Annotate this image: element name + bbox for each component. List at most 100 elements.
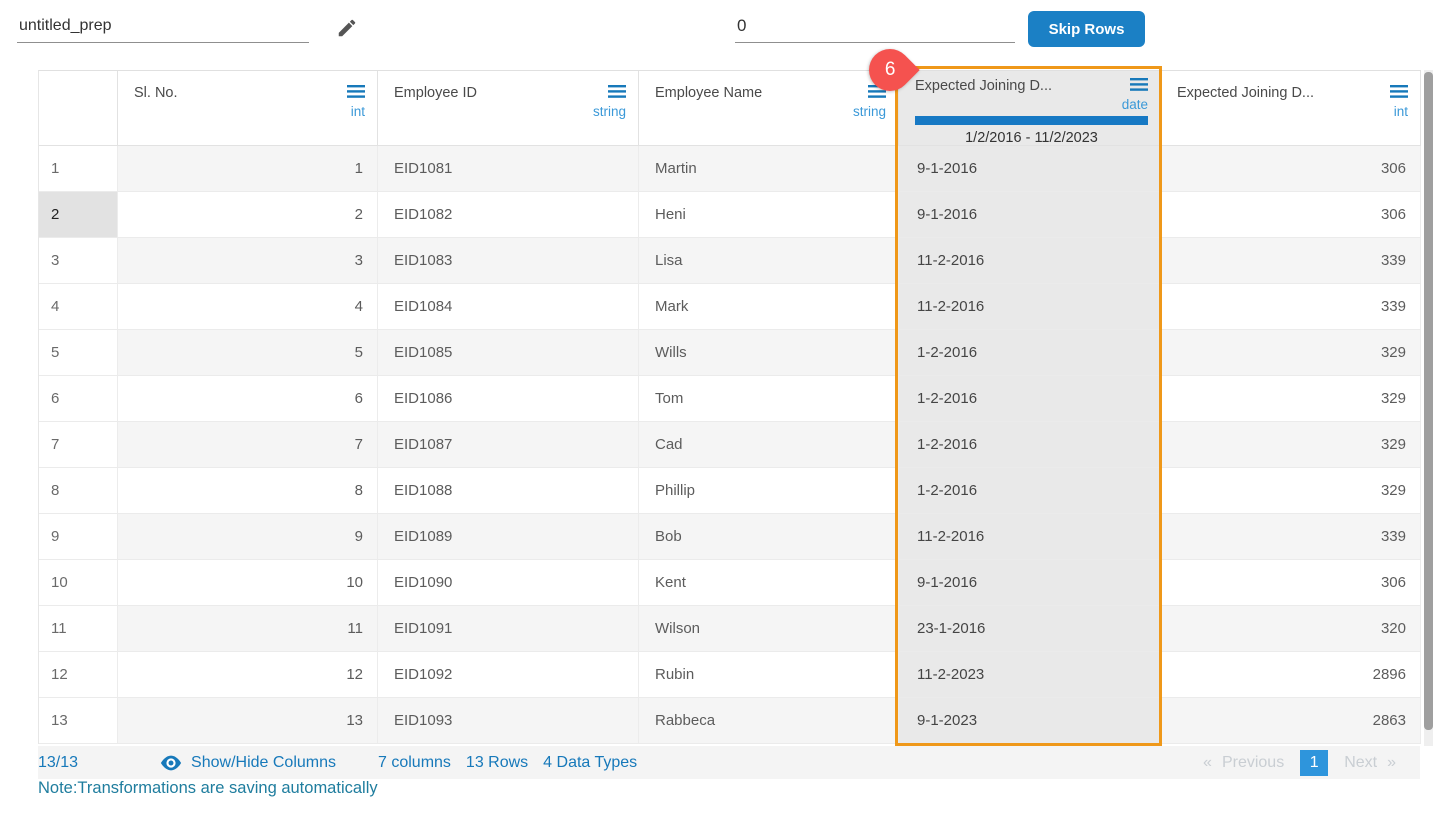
cell-expected-joining-days: 320 [1161, 606, 1421, 652]
row-count-indicator: 13/13 [38, 753, 79, 771]
cell-employee-name: Bob [639, 514, 899, 560]
cell-expected-joining-days: 329 [1161, 422, 1421, 468]
table-header-row: Sl. No. int Employee ID string Employee … [39, 71, 1421, 146]
show-hide-columns-label: Show/Hide Columns [191, 753, 336, 771]
row-number-cell[interactable]: 10 [39, 560, 118, 606]
cell-sl-no: 5 [118, 330, 378, 376]
table-row: 4 4 EID1084 Mark 11-2-2016 339 [39, 284, 1421, 330]
cell-employee-name: Wills [639, 330, 899, 376]
current-page-button[interactable]: 1 [1300, 749, 1329, 776]
table-stats: 7 columns 13 Rows 4 Data Types [378, 754, 637, 772]
column-type: string [592, 104, 626, 119]
column-type: int [350, 104, 365, 119]
rows-count: 13 Rows [465, 753, 529, 771]
cell-expected-joining-days: 329 [1161, 468, 1421, 514]
cell-employee-name: Rubin [639, 652, 899, 698]
menu-icon[interactable] [608, 85, 626, 98]
cell-expected-joining-days: 306 [1161, 560, 1421, 606]
table-row: 10 10 EID1090 Kent 9-1-2016 306 [39, 560, 1421, 606]
cell-employee-id: EID1085 [378, 330, 639, 376]
cell-employee-name: Lisa [639, 238, 899, 284]
menu-icon[interactable] [1390, 85, 1408, 98]
table-row: 7 7 EID1087 Cad 1-2-2016 329 [39, 422, 1421, 468]
cell-sl-no: 12 [118, 652, 378, 698]
cell-sl-no: 13 [118, 698, 378, 744]
cell-employee-id: EID1081 [378, 146, 639, 192]
cell-employee-id: EID1083 [378, 238, 639, 284]
row-number-cell[interactable]: 1 [39, 146, 118, 192]
cell-expected-joining-date: 1-2-2016 [899, 376, 1161, 422]
pencil-icon[interactable] [336, 17, 358, 39]
cell-expected-joining-date: 9-1-2016 [899, 192, 1161, 238]
column-label: Expected Joining D... [915, 78, 1053, 94]
table-row: 6 6 EID1086 Tom 1-2-2016 329 [39, 376, 1421, 422]
prep-name-input[interactable] [17, 10, 309, 43]
cell-expected-joining-days: 306 [1161, 192, 1421, 238]
header-expected-joining-days: Expected Joining D... int [1161, 71, 1421, 146]
autosave-note: Note:Transformations are saving automati… [38, 779, 378, 797]
annotation-badge-label: 6 [884, 58, 896, 80]
cell-employee-name: Phillip [639, 468, 899, 514]
cell-expected-joining-date: 1-2-2016 [899, 468, 1161, 514]
cell-sl-no: 1 [118, 146, 378, 192]
row-number-cell[interactable]: 7 [39, 422, 118, 468]
menu-icon[interactable] [347, 85, 365, 98]
cell-expected-joining-date: 9-1-2016 [899, 560, 1161, 606]
cell-employee-id: EID1091 [378, 606, 639, 652]
column-type: date [1121, 97, 1148, 112]
row-number-cell[interactable]: 9 [39, 514, 118, 560]
cell-sl-no: 2 [118, 192, 378, 238]
row-number-cell[interactable]: 2 [39, 192, 118, 238]
cell-expected-joining-days: 2896 [1161, 652, 1421, 698]
cell-employee-name: Tom [639, 376, 899, 422]
cell-employee-name: Rabbeca [639, 698, 899, 744]
cell-sl-no: 4 [118, 284, 378, 330]
first-page-arrow[interactable]: « [1193, 754, 1222, 772]
row-number-cell[interactable]: 12 [39, 652, 118, 698]
column-label: Employee ID [394, 85, 478, 101]
cell-expected-joining-date: 11-2-2016 [899, 238, 1161, 284]
cell-expected-joining-date: 9-1-2023 [899, 698, 1161, 744]
table-row: 12 12 EID1092 Rubin 11-2-2023 2896 [39, 652, 1421, 698]
data-table: Sl. No. int Employee ID string Employee … [38, 70, 1421, 744]
table-row: 1 1 EID1081 Martin 9-1-2016 306 [39, 146, 1421, 192]
column-type: string [852, 104, 886, 119]
last-page-arrow[interactable]: » [1377, 754, 1406, 772]
previous-page-button[interactable]: Previous [1222, 754, 1284, 772]
cell-sl-no: 11 [118, 606, 378, 652]
cell-employee-name: Wilson [639, 606, 899, 652]
date-range-text: 1/2/2016 - 11/2/2023 [965, 130, 1098, 146]
data-prep-app: Skip Rows Sl. No. int Employee ID [0, 0, 1444, 818]
table-footer: 13/13 Show/Hide Columns 7 columns 13 Row… [38, 746, 1420, 779]
show-hide-columns-button[interactable]: Show/Hide Columns [160, 754, 336, 772]
row-number-cell[interactable]: 8 [39, 468, 118, 514]
cell-sl-no: 7 [118, 422, 378, 468]
cell-employee-id: EID1084 [378, 284, 639, 330]
column-label: Expected Joining D... [1177, 85, 1315, 101]
cell-expected-joining-days: 339 [1161, 284, 1421, 330]
vertical-scrollbar[interactable] [1424, 70, 1433, 746]
next-page-button[interactable]: Next [1344, 754, 1377, 772]
menu-icon[interactable] [1130, 78, 1148, 91]
row-number-cell[interactable]: 13 [39, 698, 118, 744]
cell-expected-joining-date: 23-1-2016 [899, 606, 1161, 652]
row-number-cell[interactable]: 5 [39, 330, 118, 376]
header-expected-joining-date: Expected Joining D... date 1/2/2016 - 11… [899, 71, 1161, 146]
date-range-bar [915, 116, 1148, 125]
row-number-cell[interactable]: 6 [39, 376, 118, 422]
cell-employee-name: Kent [639, 560, 899, 606]
row-number-cell[interactable]: 11 [39, 606, 118, 652]
cell-expected-joining-days: 306 [1161, 146, 1421, 192]
cell-expected-joining-date: 11-2-2016 [899, 284, 1161, 330]
scrollbar-thumb[interactable] [1424, 72, 1433, 730]
row-number-cell[interactable]: 4 [39, 284, 118, 330]
header-employee-id: Employee ID string [378, 71, 639, 146]
cell-employee-name: Cad [639, 422, 899, 468]
cell-expected-joining-days: 339 [1161, 514, 1421, 560]
cell-sl-no: 6 [118, 376, 378, 422]
skip-rows-input[interactable] [735, 10, 1015, 43]
cell-employee-id: EID1093 [378, 698, 639, 744]
cell-expected-joining-date: 1-2-2016 [899, 422, 1161, 468]
skip-rows-button[interactable]: Skip Rows [1028, 11, 1145, 47]
row-number-cell[interactable]: 3 [39, 238, 118, 284]
